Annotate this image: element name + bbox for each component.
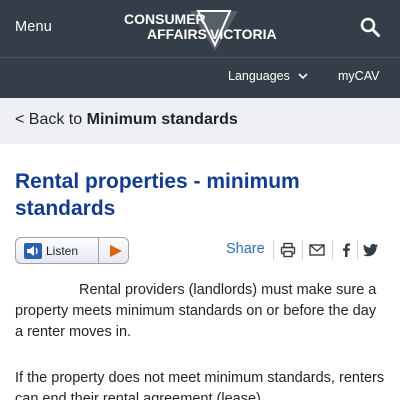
back-prefix: < Back to	[15, 111, 83, 128]
email-icon[interactable]	[309, 242, 325, 258]
share-divider	[357, 240, 358, 260]
logo-text-consumer: CONSUMER	[124, 11, 206, 27]
share-label: Share	[226, 241, 265, 257]
share-divider	[302, 240, 303, 260]
menu-button[interactable]: Menu	[15, 19, 52, 35]
listen-label: Listen	[46, 243, 79, 258]
logo-text-affairs: AFFAIRS	[147, 26, 207, 42]
search-icon[interactable]	[360, 17, 380, 37]
mycav-link[interactable]: myCAV	[338, 69, 379, 83]
page-title: Rental properties - minimum standards	[15, 170, 300, 220]
site-header: Menu CONSUMER AFFAIRS VICTORIA	[0, 0, 400, 57]
consumer-affairs-victoria-logo[interactable]: CONSUMER AFFAIRS VICTORIA	[120, 9, 282, 53]
facebook-icon[interactable]	[338, 242, 354, 258]
intro-paragraph: Rental providers (landlords) must make s…	[15, 282, 377, 340]
share-divider	[273, 240, 274, 260]
print-icon[interactable]	[280, 242, 296, 258]
logo-text-victoria: VICTORIA	[210, 26, 277, 42]
play-icon[interactable]	[108, 244, 124, 258]
listen-divider	[98, 238, 99, 263]
listen-button[interactable]: Listen	[15, 237, 129, 264]
body-paragraph: If the property does not meet minimum st…	[15, 370, 385, 400]
breadcrumb: < Back to Minimum standards	[0, 98, 400, 144]
speaker-icon	[24, 242, 42, 259]
secondary-nav: Languages myCAV	[0, 57, 400, 98]
chevron-down-icon	[298, 72, 308, 79]
back-target: Minimum standards	[86, 111, 238, 128]
share-divider	[332, 240, 333, 260]
back-to-minimum-standards-link[interactable]: < Back to Minimum standards	[15, 111, 238, 129]
twitter-icon[interactable]	[363, 242, 379, 258]
languages-label: Languages	[228, 69, 290, 83]
languages-dropdown[interactable]: Languages	[228, 69, 308, 83]
